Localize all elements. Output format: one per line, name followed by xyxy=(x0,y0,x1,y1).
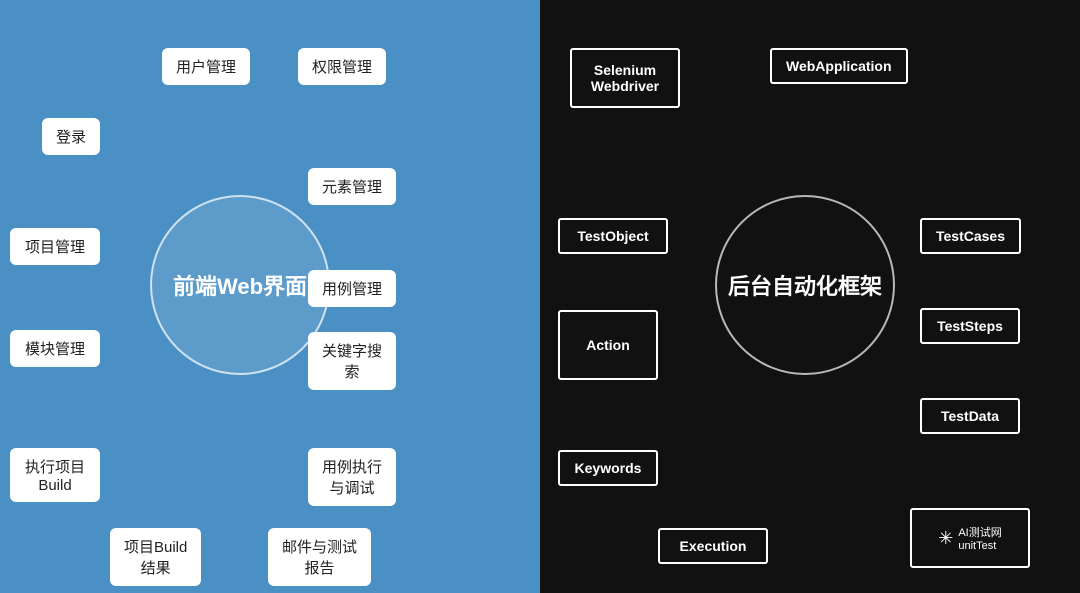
node-mokuai: 模块管理 xyxy=(10,330,100,367)
node-youjian: 邮件与测试报告 xyxy=(268,528,371,586)
node-unittest: ✳ AI测试网unitTest xyxy=(910,508,1030,568)
node-yuansu: 元素管理 xyxy=(308,168,396,205)
node-testobject: TestObject xyxy=(558,218,668,254)
node-selenium: SeleniumWebdriver xyxy=(570,48,680,108)
node-yonglizx: 用例执行与调试 xyxy=(308,448,396,506)
right-center-circle: 后台自动化框架 xyxy=(715,195,895,375)
node-yongli: 用例管理 xyxy=(308,270,396,307)
node-webapp: WebApplication xyxy=(770,48,908,84)
node-quanxian: 权限管理 xyxy=(298,48,386,85)
right-circle-label: 后台自动化框架 xyxy=(728,269,882,301)
node-keywords: Keywords xyxy=(558,450,658,486)
node-xiangmu: 项目管理 xyxy=(10,228,100,265)
node-testcases: TestCases xyxy=(920,218,1021,254)
unittest-icon: ✳ xyxy=(938,528,953,549)
node-denglu: 登录 xyxy=(42,118,100,155)
node-xiangmubuild: 项目Build结果 xyxy=(110,528,201,586)
unittest-label: AI测试网unitTest xyxy=(958,524,1001,552)
left-center-circle: 前端Web界面 xyxy=(150,195,330,375)
node-action: Action xyxy=(558,310,658,380)
left-circle-label: 前端Web界面 xyxy=(173,269,307,301)
right-panel: 后台自动化框架 SeleniumWebdriver WebApplication… xyxy=(540,0,1080,593)
node-yonghu: 用户管理 xyxy=(162,48,250,85)
node-execution: Execution xyxy=(658,528,768,564)
node-guanjianzi: 关键字搜索 xyxy=(308,332,396,390)
node-testdata: TestData xyxy=(920,398,1020,434)
node-zhixing: 执行项目Build xyxy=(10,448,100,502)
left-panel: 前端Web界面 用户管理 权限管理 登录 元素管理 项目管理 用例管理 模块管理… xyxy=(0,0,540,593)
node-teststeps: TestSteps xyxy=(920,308,1020,344)
